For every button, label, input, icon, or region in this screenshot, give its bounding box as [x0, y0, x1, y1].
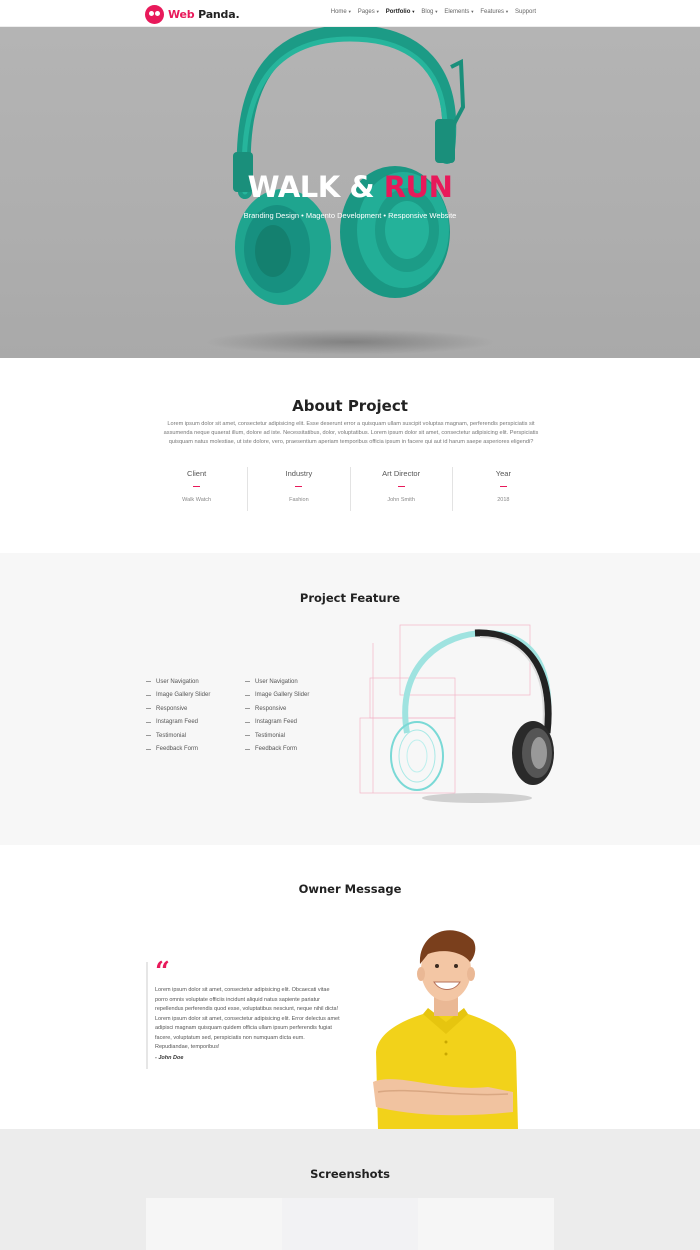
menu-item-features[interactable]: Features▼: [480, 9, 509, 15]
stat-label: Client: [187, 469, 207, 478]
hero-title: WALK & RUN: [0, 170, 700, 204]
site-logo[interactable]: Web Panda.: [145, 4, 240, 24]
main-menu: Home▼ Pages▼ Portfolio▼ Blog▼ Elements▼ …: [331, 9, 536, 15]
owner-message-section: Owner Message “ Lorem ipsum dolor sit am…: [0, 845, 700, 1129]
logo-text-part2: Panda.: [198, 7, 240, 21]
screenshot-gallery[interactable]: [146, 1198, 554, 1250]
stat-art-director: Art Director John Smith: [349, 467, 452, 511]
stat-divider: [193, 486, 201, 487]
menu-item-elements[interactable]: Elements▼: [444, 9, 474, 15]
menu-label: Pages: [357, 9, 375, 15]
caret-down-icon: ▼: [434, 9, 439, 14]
feature-item: Instagram Feed: [245, 716, 309, 730]
stat-label: Industry: [285, 469, 313, 478]
about-description: Lorem ipsum dolor sit amet, consectetur …: [163, 421, 539, 445]
section-title: Screenshots: [310, 1167, 390, 1181]
stat-value: Fashion: [289, 497, 309, 503]
feature-item: User Navigation: [245, 675, 309, 689]
menu-label: Home: [330, 9, 347, 15]
stat-value: 2018: [497, 497, 510, 503]
owner-photo: [373, 930, 518, 1129]
stat-year: Year 2018: [451, 467, 554, 511]
quote-icon: “: [155, 957, 170, 987]
menu-label: Support: [514, 9, 536, 15]
stat-label: Year: [495, 469, 511, 478]
menu-label: Elements: [444, 9, 470, 15]
caret-down-icon: ▼: [375, 9, 380, 14]
headphones-wireframe-image: [359, 624, 554, 803]
menu-item-blog[interactable]: Blog▼: [421, 9, 438, 15]
feature-list-1: User Navigation Image Gallery Slider Res…: [146, 675, 210, 756]
hero-banner: WALK & RUN Branding Design • Magento Dev…: [0, 27, 700, 358]
screenshots-section: Screenshots: [0, 1129, 700, 1250]
feature-item: Image Gallery Slider: [146, 689, 210, 703]
hero-shadow: [205, 329, 495, 355]
hero-subtitle: Branding Design • Magento Development • …: [243, 211, 457, 220]
caret-down-icon: ▼: [470, 9, 475, 14]
menu-label: Portfolio: [385, 9, 411, 15]
screenshot-slide[interactable]: [418, 1198, 554, 1250]
feature-item: Instagram Feed: [146, 716, 210, 730]
stat-value: Walk Watch: [182, 497, 212, 503]
stat-divider: [397, 486, 405, 487]
logo-text-part1: Web: [168, 7, 195, 21]
quote-text: Lorem ipsum dolor sit amet, consectetur …: [155, 987, 340, 1050]
project-feature-section: Project Feature User Navigation Image Ga…: [0, 553, 700, 845]
feature-item: Responsive: [245, 702, 309, 716]
caret-down-icon: ▼: [411, 9, 416, 14]
feature-item: Image Gallery Slider: [245, 689, 309, 703]
stat-divider: [295, 486, 303, 487]
feature-item: User Navigation: [146, 675, 210, 689]
feature-item: Responsive: [146, 702, 210, 716]
quote-author: - John Doe: [155, 1054, 184, 1061]
stat-industry: Industry Fashion: [247, 467, 349, 511]
screenshot-slide[interactable]: [146, 1198, 282, 1250]
project-stats: Client Walk Watch Industry Fashion Art D…: [146, 467, 554, 511]
screenshot-slide[interactable]: [282, 1198, 418, 1250]
menu-item-support[interactable]: Support: [515, 9, 536, 15]
feature-item: Feedback Form: [245, 743, 309, 757]
feature-item: Testimonial: [245, 729, 309, 743]
stat-label: Art Director: [382, 469, 421, 478]
feature-item: Testimonial: [146, 729, 210, 743]
caret-down-icon: ▼: [505, 9, 509, 14]
section-title: Owner Message: [298, 882, 402, 896]
stat-client: Client Walk Watch: [146, 467, 247, 511]
about-project-section: About Project Lorem ipsum dolor sit amet…: [0, 358, 700, 553]
feature-list-2: User Navigation Image Gallery Slider Res…: [245, 675, 309, 756]
stat-divider: [499, 486, 507, 487]
hero-title-part2: RUN: [383, 170, 453, 204]
logo-text: Web Panda.: [168, 7, 240, 21]
menu-label: Blog: [421, 9, 434, 15]
section-title: About Project: [292, 397, 408, 415]
menu-item-pages[interactable]: Pages▼: [358, 9, 380, 15]
panda-logo-icon: [145, 4, 164, 24]
stat-value: John Smith: [387, 497, 415, 503]
feature-item: Feedback Form: [146, 743, 210, 757]
top-navbar: Web Panda. Home▼ Pages▼ Portfolio▼ Blog▼…: [0, 0, 700, 27]
hero-title-part1: WALK &: [247, 170, 384, 204]
menu-item-home[interactable]: Home▼: [331, 9, 352, 15]
caret-down-icon: ▼: [347, 9, 352, 14]
quote-card: “ Lorem ipsum dolor sit amet, consectetu…: [146, 957, 346, 1069]
menu-item-portfolio[interactable]: Portfolio▼: [386, 9, 416, 15]
menu-label: Features: [480, 9, 505, 15]
section-title: Project Feature: [299, 591, 401, 605]
